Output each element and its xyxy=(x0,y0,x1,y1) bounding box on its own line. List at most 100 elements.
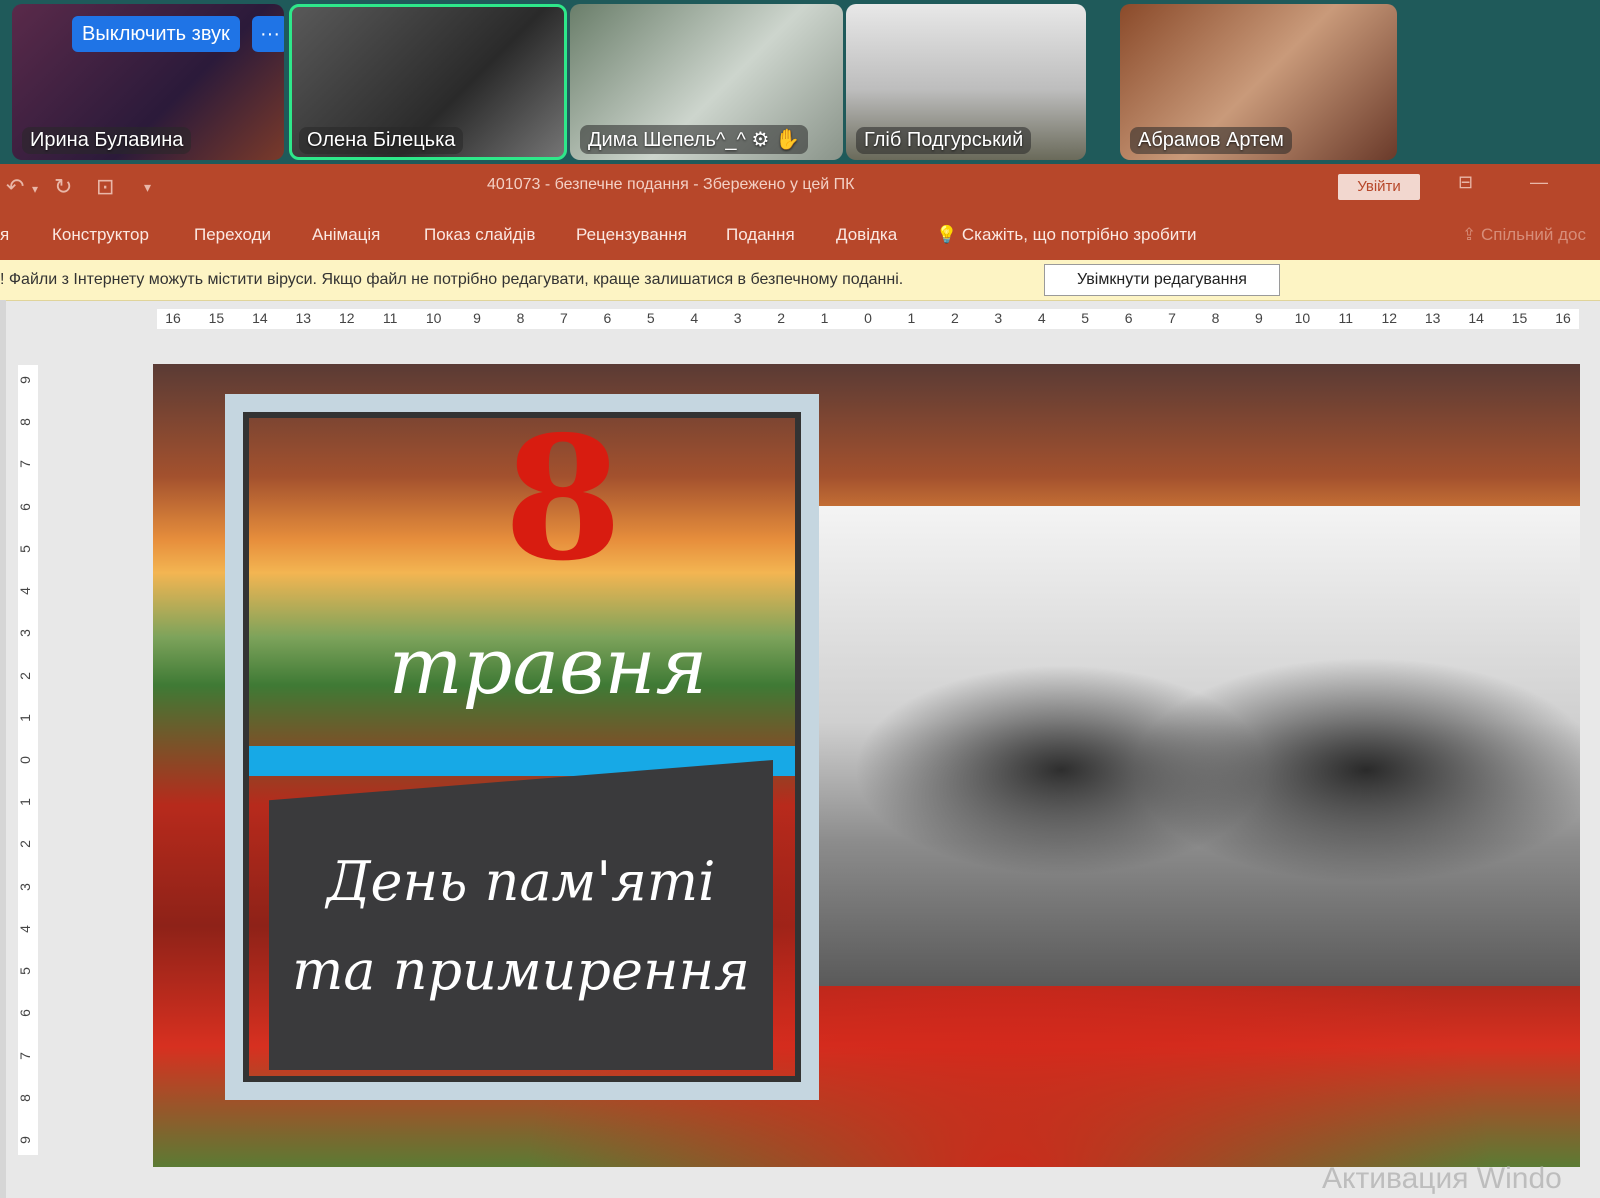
minimize-icon[interactable]: — xyxy=(1530,172,1548,193)
ruler-tick-label: 12 xyxy=(1381,310,1398,326)
tell-me-search[interactable]: 💡 Скажіть, що потрібно зробити xyxy=(936,225,1197,245)
ruler-tick-label: 5 xyxy=(1081,310,1090,326)
window-title: 401073 - безпечне подання - Збережено у … xyxy=(487,176,855,193)
ruler-tick-label: 3 xyxy=(733,310,742,326)
ruler-tick-label: 11 xyxy=(382,310,398,326)
participant-name: Олена Білецька xyxy=(299,127,464,154)
video-participants-strip: Выключить звук ··· Ирина Булавина Олена … xyxy=(0,0,1600,164)
date-month: травня xyxy=(388,622,708,712)
ruler-tick-label: 5 xyxy=(18,544,33,553)
customize-toolbar-icon[interactable]: ▾ xyxy=(144,179,151,196)
undo-icon[interactable]: ↶ xyxy=(6,174,24,200)
ruler-tick-label: 9 xyxy=(473,310,481,326)
ruler-tick-label: 8 xyxy=(18,1093,33,1102)
ruler-tick-label: 4 xyxy=(18,587,33,596)
start-slideshow-icon[interactable]: ⊡ xyxy=(96,174,114,200)
ruler-tick-label: 6 xyxy=(603,310,612,326)
tab-design[interactable]: Конструктор xyxy=(52,225,149,245)
ruler-tick-label: 6 xyxy=(1124,310,1133,326)
ribbon-display-options-icon[interactable]: ⊟ xyxy=(1458,172,1473,193)
powerpoint-titlebar: ↶ ▾ ↻ ⊡ ▾ 401073 - безпечне подання - Зб… xyxy=(0,164,1600,210)
share-icon: ⇪ xyxy=(1462,225,1477,244)
tab-insert[interactable]: я xyxy=(0,225,9,245)
tab-view[interactable]: Подання xyxy=(726,225,795,245)
ruler-tick-label: 7 xyxy=(18,460,33,469)
caption-line-1: День пам'яті xyxy=(326,850,716,913)
tab-transitions[interactable]: Переходи xyxy=(194,225,271,245)
ruler-tick-label: 10 xyxy=(425,310,442,326)
lightbulb-icon: 💡 xyxy=(936,225,958,244)
ruler-tick-label: 7 xyxy=(18,1051,33,1060)
caption-line-2: та примирення xyxy=(292,939,750,1002)
ruler-tick-label: 2 xyxy=(777,310,786,326)
ruler-tick-label: 2 xyxy=(18,840,33,849)
share-button[interactable]: ⇪ Спільний дос xyxy=(1462,225,1586,245)
ruler-tick-label: 8 xyxy=(516,310,525,326)
ruler-tick-label: 12 xyxy=(338,310,355,326)
slide-canvas[interactable]: 8 травня День пам'яті та примирення xyxy=(153,364,1580,1167)
ruler-tick-label: 3 xyxy=(994,310,1003,326)
ruler-tick-label: 14 xyxy=(252,310,268,326)
participant-name: Гліб Подгурський xyxy=(856,127,1032,154)
soldiers-photo xyxy=(817,506,1580,986)
ruler-tick-label: 4 xyxy=(1037,310,1046,326)
protected-view-bar: ! Файли з Інтернету можуть містити вірус… xyxy=(0,260,1600,301)
vertical-ruler: 9 8 7 6 5 4 3 2 1 0 1 2 3 4 5 6 7 8 9 xyxy=(18,365,38,1155)
participant-tile[interactable]: Гліб Подгурський xyxy=(846,4,1086,160)
tab-slideshow[interactable]: Показ слайдів xyxy=(424,225,535,245)
ruler-tick-label: 5 xyxy=(18,967,33,976)
ruler-tick-label: 7 xyxy=(1168,310,1176,326)
participant-tile[interactable]: Дима Шепель^_^ ⚙ ✋ xyxy=(570,4,843,160)
ruler-tick-label: 1 xyxy=(18,798,33,807)
ruler-tick-label: 3 xyxy=(18,629,33,638)
participant-name: Абрамов Артем xyxy=(1130,127,1292,154)
ruler-tick-label: 13 xyxy=(1424,310,1441,326)
ruler-tick-label: 4 xyxy=(690,310,699,326)
sign-in-button[interactable]: Увійти xyxy=(1338,174,1420,200)
ruler-tick-label: 6 xyxy=(18,502,33,511)
ruler-tick-label: 2 xyxy=(950,310,959,326)
ruler-tick-label: 2 xyxy=(18,671,33,680)
settings-icon: ⚙ xyxy=(751,129,770,151)
ruler-tick-label: 16 xyxy=(1555,310,1571,326)
participant-name: Дима Шепель^_^ ⚙ ✋ xyxy=(580,125,808,154)
ruler-tick-label: 3 xyxy=(18,882,33,891)
ruler-tick-label: 15 xyxy=(1511,310,1528,326)
raised-hand-icon: ✋ xyxy=(774,129,800,151)
horizontal-ruler: 16 15 14 13 12 11 10 9 8 7 6 5 4 3 2 1 0 1 2 3 4 5 6 7 8 9 10 11 12 1… xyxy=(157,309,1579,329)
ruler-tick-label: 4 xyxy=(18,924,33,933)
undo-dropdown-icon[interactable]: ▾ xyxy=(32,182,38,196)
ruler-tick-label: 13 xyxy=(295,310,312,326)
redo-icon[interactable]: ↻ xyxy=(54,174,72,200)
ruler-tick-label: 14 xyxy=(1468,310,1484,326)
slide-thumbnail-edge xyxy=(0,300,6,1198)
tab-animations[interactable]: Анімація xyxy=(312,225,380,245)
ribbon-tabs: я Конструктор Переходи Анімація Показ сл… xyxy=(0,210,1600,260)
ruler-tick-label: 15 xyxy=(208,310,225,326)
mute-button[interactable]: Выключить звук xyxy=(72,16,240,52)
ruler-tick-label: 7 xyxy=(560,310,568,326)
caption-box xyxy=(269,760,773,1070)
ruler-tick-label: 16 xyxy=(165,310,181,326)
ruler-tick-label: 9 xyxy=(18,376,33,384)
ruler-tick-label: 6 xyxy=(18,1009,33,1018)
tab-review[interactable]: Рецензування xyxy=(576,225,687,245)
participant-name: Ирина Булавина xyxy=(22,127,192,154)
ruler-tick-label: 0 xyxy=(18,756,33,764)
participant-tile-active-speaker[interactable]: Олена Білецька xyxy=(289,4,567,160)
ruler-tick-label: 8 xyxy=(18,418,33,427)
ruler-tick-label: 10 xyxy=(1294,310,1311,326)
ruler-tick-label: 0 xyxy=(864,310,872,326)
more-options-button[interactable]: ··· xyxy=(252,16,284,52)
activation-watermark: Активация Windo xyxy=(1322,1162,1562,1195)
participant-tile[interactable]: Выключить звук ··· Ирина Булавина xyxy=(12,4,284,160)
participant-tile[interactable]: Абрамов Артем xyxy=(1120,4,1397,160)
ruler-tick-label: 5 xyxy=(646,310,655,326)
ruler-tick-label: 1 xyxy=(907,310,916,326)
tab-help[interactable]: Довідка xyxy=(836,225,897,245)
ruler-tick-label: 9 xyxy=(18,1136,33,1144)
date-number: 8 xyxy=(503,399,623,599)
enable-editing-button[interactable]: Увімкнути редагування xyxy=(1044,264,1280,296)
ruler-tick-label: 11 xyxy=(1338,310,1354,326)
ruler-tick-label: 8 xyxy=(1211,310,1220,326)
